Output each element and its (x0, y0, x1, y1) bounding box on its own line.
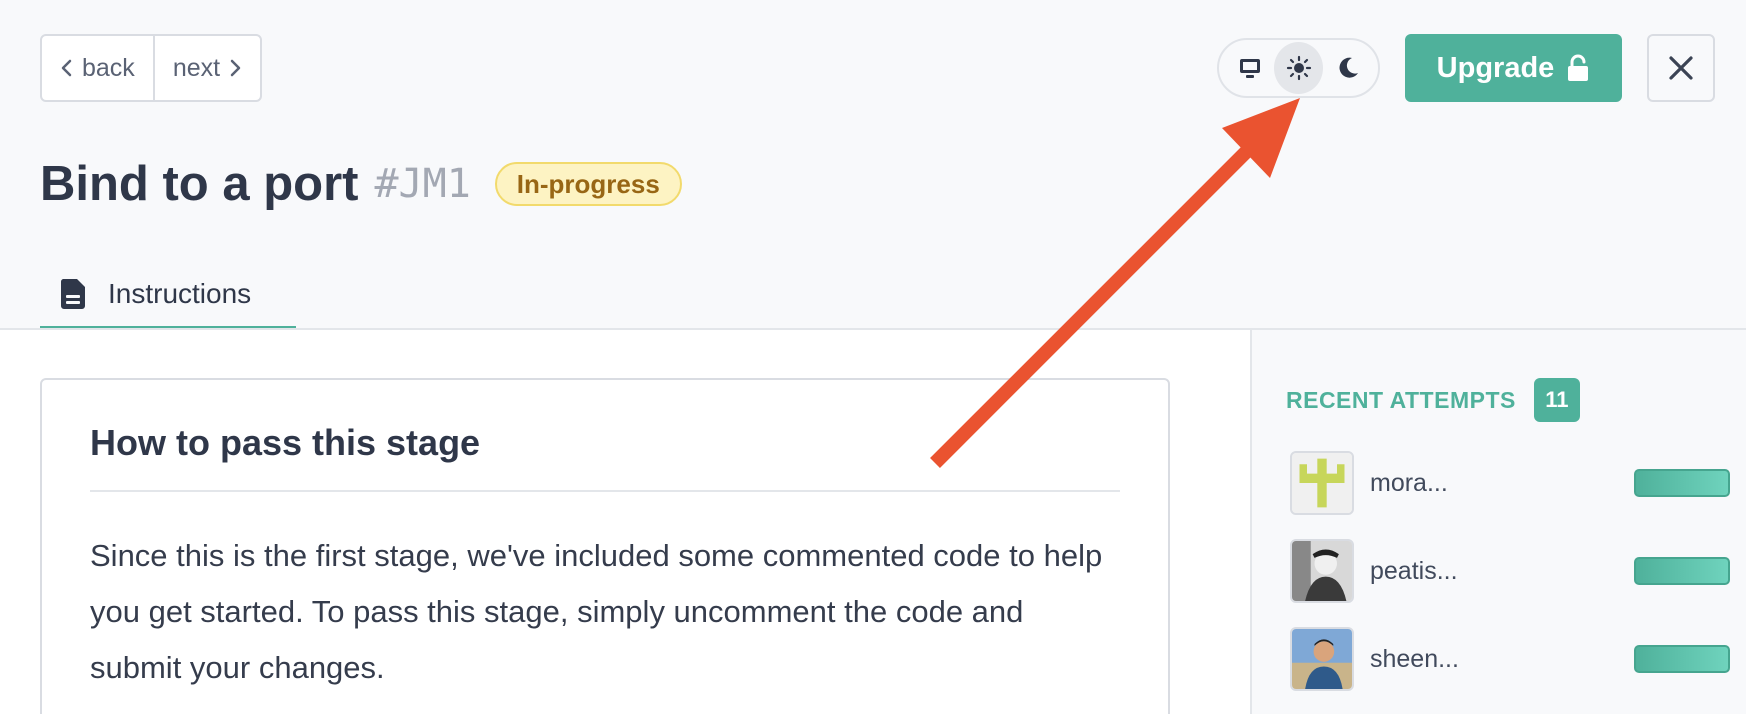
back-button[interactable]: back (42, 36, 153, 100)
attempt-row[interactable]: peatis... (1290, 538, 1730, 604)
header: back next Upgrade Bind to a port #JM1 In… (0, 0, 1746, 330)
tab-label: Instructions (108, 278, 252, 309)
sidebar: RECENT ATTEMPTS 11 mora... peatis... she… (1250, 330, 1746, 714)
close-icon (1669, 56, 1693, 80)
card-title: How to pass this stage (90, 422, 1120, 492)
theme-toggle (1217, 38, 1380, 98)
theme-system-button[interactable] (1225, 42, 1274, 94)
recent-attempts-label: RECENT ATTEMPTS (1286, 386, 1516, 413)
stage-navigation: back next (40, 34, 263, 102)
card-text: Since this is the first stage, we've inc… (90, 538, 1103, 685)
attempt-row[interactable]: sheen... (1290, 626, 1730, 692)
tab-instructions[interactable]: Instructions (40, 262, 296, 330)
avatar (1290, 539, 1354, 603)
upgrade-button[interactable]: Upgrade (1405, 34, 1622, 102)
stage-title-row: Bind to a port #JM1 In-progress (40, 150, 682, 218)
attempt-count-badge: 11 (1533, 378, 1580, 422)
page-title: Bind to a port (40, 157, 359, 211)
recent-attempts-header: RECENT ATTEMPTS 11 (1286, 378, 1580, 422)
attempt-row[interactable]: mora... (1290, 450, 1730, 516)
attempt-progress-bar (1634, 557, 1730, 585)
monitor-icon (1239, 59, 1260, 78)
unlock-icon (1568, 54, 1589, 81)
attempt-username: sheen... (1370, 644, 1459, 673)
upgrade-label: Upgrade (1436, 51, 1555, 84)
chevron-right-icon (230, 59, 241, 77)
attempt-username: mora... (1370, 468, 1448, 497)
theme-light-button[interactable] (1274, 42, 1323, 94)
avatar (1290, 451, 1354, 515)
photo-avatar (1292, 629, 1352, 689)
theme-dark-button[interactable] (1323, 42, 1372, 94)
attempt-progress-bar (1634, 645, 1730, 673)
status-badge: In-progress (494, 162, 682, 206)
identicon-avatar (1292, 453, 1352, 513)
next-label: next (172, 53, 221, 82)
photo-avatar (1292, 541, 1352, 601)
attempt-progress-bar (1634, 469, 1730, 497)
close-button[interactable] (1647, 34, 1715, 102)
main-content: How to pass this stage Since this is the… (0, 330, 1250, 714)
instructions-card: How to pass this stage Since this is the… (40, 378, 1170, 714)
moon-icon (1339, 57, 1358, 78)
document-icon (60, 279, 85, 309)
back-label: back (82, 53, 135, 82)
chevron-left-icon (61, 59, 72, 77)
stage-code: #JM1 (374, 161, 471, 207)
sun-icon (1286, 55, 1311, 81)
avatar (1290, 627, 1354, 691)
next-button[interactable]: next (152, 36, 260, 100)
attempt-username: peatis... (1370, 556, 1458, 585)
